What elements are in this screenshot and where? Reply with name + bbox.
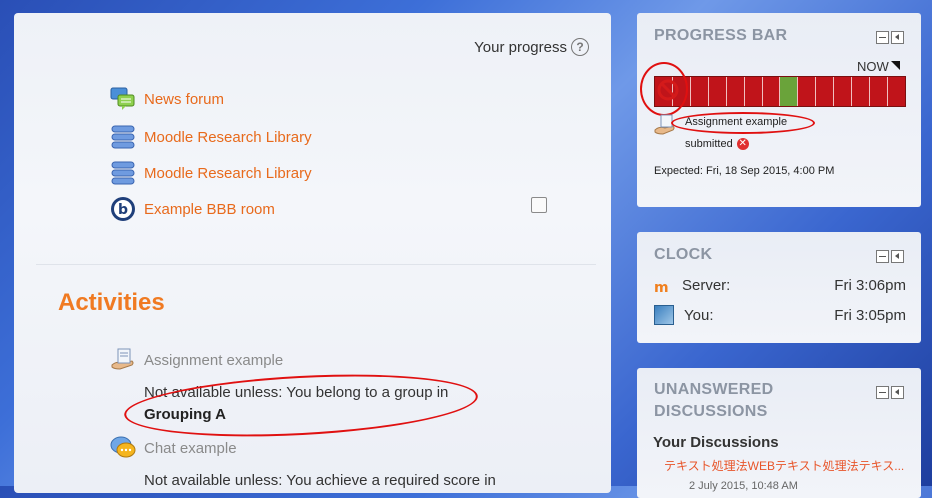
clock-block: CLOCK m Server: Fri 3:06pm You: Fri 3:05… <box>637 232 921 343</box>
progress-bar-block: PROGRESS BAR NOW Assignment example subm… <box>637 13 921 207</box>
progress-cell[interactable] <box>726 77 745 106</box>
completion-checkbox[interactable] <box>531 197 547 213</box>
progress-cell[interactable] <box>780 77 799 106</box>
bigbluebutton-icon: b <box>110 196 136 222</box>
minimize-icon[interactable] <box>876 31 889 44</box>
activity-name: Assignment example <box>144 351 284 369</box>
resource-link[interactable]: Example BBB room <box>144 201 275 218</box>
dock-icon[interactable] <box>891 31 904 44</box>
annotation-circle <box>640 62 688 116</box>
clock-server-row: m Server: Fri 3:06pm <box>654 277 906 296</box>
section-heading-activities: Activities <box>58 289 165 316</box>
your-progress-label: Your progress <box>474 38 567 56</box>
resource-bbb-room[interactable]: b Example BBB room <box>110 196 275 222</box>
server-label: Server: <box>682 277 731 294</box>
resource-database-2[interactable]: Moodle Research Library <box>110 160 312 186</box>
resource-link[interactable]: Moodle Research Library <box>144 129 312 146</box>
block-title: CLOCK <box>654 246 713 263</box>
svg-text:b: b <box>118 202 128 218</box>
discussion-link[interactable]: テキスト処理法WEBテキスト処理法テキス... <box>664 457 904 474</box>
resource-link[interactable]: News forum <box>144 91 224 108</box>
discussion-date: 2 July 2015, 10:48 AM <box>689 480 798 492</box>
activity-name: Chat example <box>144 439 237 457</box>
resource-news-forum[interactable]: News forum <box>110 86 224 112</box>
progress-cell[interactable] <box>834 77 853 106</box>
unanswered-discussions-block: UNANSWERED DISCUSSIONS Your Discussions … <box>637 368 921 498</box>
progress-cell[interactable] <box>852 77 871 106</box>
course-content: Your progress ? News forum Moodle Resear… <box>14 13 611 493</box>
chat-icon <box>110 435 136 461</box>
expected-date: Expected: Fri, 18 Sep 2015, 4:00 PM <box>654 165 835 177</box>
your-progress: Your progress ? <box>474 38 589 56</box>
block-controls <box>876 250 904 263</box>
progress-cell[interactable] <box>744 77 763 106</box>
minimize-icon[interactable] <box>876 250 889 263</box>
progress-bar <box>654 76 906 107</box>
resource-database-1[interactable]: Moodle Research Library <box>110 124 312 150</box>
activity-assignment: Assignment example <box>110 347 283 373</box>
user-avatar-icon <box>654 305 674 325</box>
clock-user-row: You: Fri 3:05pm <box>654 305 906 325</box>
server-time: Fri 3:06pm <box>834 277 906 294</box>
minimize-icon[interactable] <box>876 386 889 399</box>
now-label: NOW <box>857 59 900 74</box>
block-title: PROGRESS BAR <box>654 27 788 44</box>
annotation-ellipse <box>122 366 480 445</box>
help-icon[interactable]: ? <box>571 38 589 56</box>
dock-icon[interactable] <box>891 386 904 399</box>
moodle-icon: m <box>654 278 672 296</box>
progress-cell[interactable] <box>762 77 781 106</box>
svg-text:m: m <box>654 280 669 294</box>
progress-cell[interactable] <box>816 77 835 106</box>
database-icon <box>110 124 136 150</box>
database-icon <box>110 160 136 186</box>
resource-link[interactable]: Moodle Research Library <box>144 165 312 182</box>
restriction-text: Not available unless: You achieve a requ… <box>144 472 496 489</box>
block-controls <box>876 31 904 44</box>
block-controls <box>876 386 904 399</box>
status-text: submitted <box>685 138 733 150</box>
section-divider <box>36 264 596 265</box>
assignment-icon <box>110 347 136 373</box>
your-discussions-heading: Your Discussions <box>653 434 779 451</box>
progress-cell[interactable] <box>708 77 727 106</box>
dock-icon[interactable] <box>891 250 904 263</box>
progress-cell[interactable] <box>870 77 888 106</box>
forum-icon <box>110 86 136 112</box>
you-label: You: <box>684 306 714 324</box>
you-time: Fri 3:05pm <box>834 306 906 324</box>
activity-chat: Chat example <box>110 435 237 461</box>
progress-cell[interactable] <box>798 77 817 106</box>
submission-status: submitted ✕ <box>685 138 749 150</box>
block-title-line1: UNANSWERED <box>654 381 774 398</box>
error-icon: ✕ <box>736 138 749 150</box>
annotation-ellipse <box>671 112 815 134</box>
progress-cell[interactable] <box>887 77 905 106</box>
progress-cell[interactable] <box>690 77 709 106</box>
block-title-line2: DISCUSSIONS <box>654 403 768 420</box>
